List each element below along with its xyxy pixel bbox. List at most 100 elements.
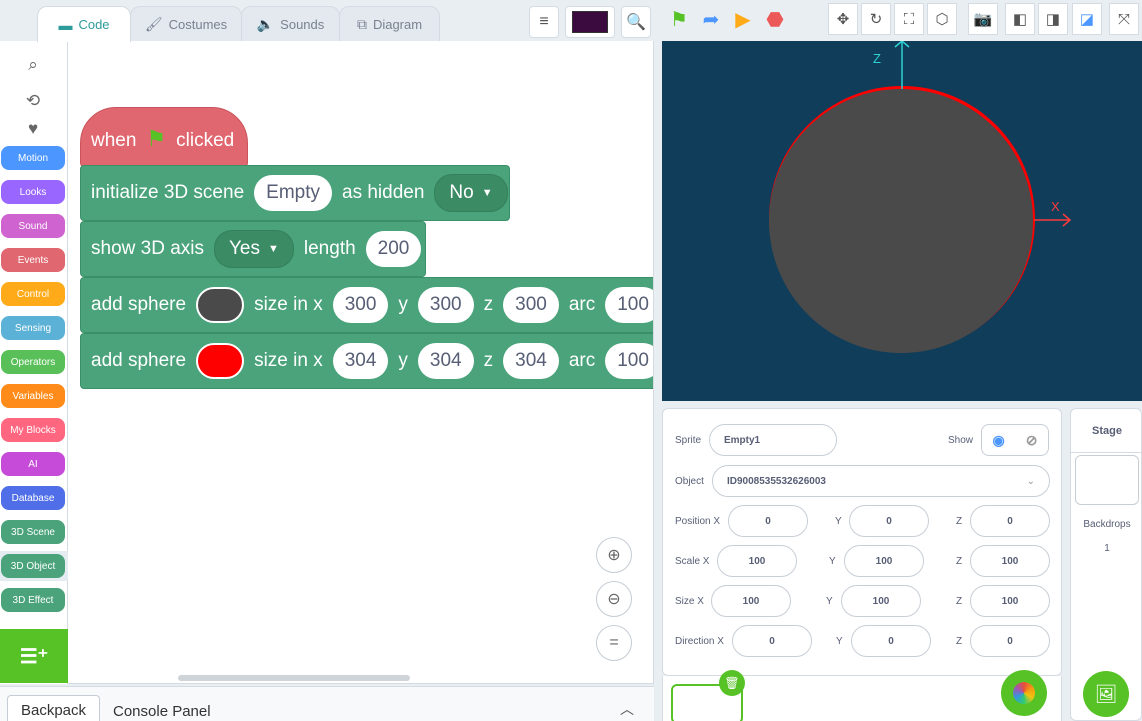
fit-view-button[interactable]: ⛶	[894, 3, 924, 35]
size-z-input[interactable]: 100	[970, 585, 1050, 617]
tab-costumes[interactable]: 🖌 Costumes	[130, 6, 242, 41]
category-sensing[interactable]: Sensing	[1, 316, 65, 340]
axis-length-input[interactable]: 200	[365, 231, 422, 267]
category-looks[interactable]: Looks	[1, 180, 65, 204]
zoom-out-button[interactable]: ⊖	[596, 581, 632, 617]
delete-sprite-button[interactable]: 🗑	[719, 670, 745, 696]
arc-input[interactable]: 100	[605, 287, 653, 323]
direction-y-input[interactable]: 0	[851, 625, 931, 657]
category-my-blocks[interactable]: My Blocks	[1, 418, 65, 442]
category-database[interactable]: Database	[1, 486, 65, 510]
fullscreen-button[interactable]: ⤧	[1109, 3, 1139, 35]
move-tool-button[interactable]: ✥	[828, 3, 858, 35]
large-stage-button[interactable]: ◪	[1072, 3, 1102, 35]
initialize-3d-scene-block[interactable]: initialize 3D scene Empty as hidden No ▼	[80, 165, 510, 221]
green-flag-icon: ⚑	[146, 126, 167, 151]
stop-button[interactable]: ⬣	[760, 4, 790, 34]
backdrops-label: Backdrops	[1083, 519, 1131, 530]
add-extension-button[interactable]: ☰⁺	[0, 629, 68, 683]
arrow-forward-icon: ➦	[702, 8, 720, 31]
tab-sounds[interactable]: 🔈 Sounds	[241, 6, 340, 41]
when-flag-clicked-block[interactable]: when ⚑ clicked	[80, 107, 248, 167]
category-3d-scene[interactable]: 3D Scene	[1, 520, 65, 544]
category-variables[interactable]: Variables	[1, 384, 65, 408]
scale-x-input[interactable]: 100	[717, 545, 797, 577]
small-stage-button[interactable]: ◧	[1005, 3, 1035, 35]
search-button[interactable]: 🔍	[621, 6, 651, 38]
heart-icon[interactable]: ♥	[0, 119, 66, 139]
backpack-tab[interactable]: Backpack	[7, 695, 100, 721]
direction-z-input[interactable]: 0	[970, 625, 1050, 657]
category-sound[interactable]: Sound	[1, 214, 65, 238]
sprite-list: 🗑	[662, 670, 1062, 721]
category-3d-effect[interactable]: 3D Effect	[1, 588, 65, 612]
object-select[interactable]: ID9008535532626003 ⌄	[712, 465, 1050, 497]
category-events[interactable]: Events	[1, 248, 65, 272]
size-z-input[interactable]: 300	[503, 287, 559, 323]
sprite-name-input[interactable]: Empty1	[709, 424, 837, 456]
size-x-input[interactable]: 304	[332, 343, 389, 379]
eye-icon[interactable]: ◉	[993, 432, 1005, 449]
size-y-input[interactable]: 100	[841, 585, 921, 617]
sphere-color-input[interactable]	[196, 287, 245, 323]
category-operators[interactable]: Operators	[1, 350, 65, 374]
color-picker-button[interactable]	[565, 6, 615, 38]
size-y-input[interactable]: 304	[417, 343, 474, 379]
size-x-input[interactable]: 100	[711, 585, 791, 617]
chevron-up-icon[interactable]: ︿	[620, 699, 634, 719]
axis-visibility-dropdown[interactable]: Yes ▼	[214, 230, 294, 268]
object-label: Object	[675, 476, 704, 487]
category-3d-object[interactable]: 3D Object	[1, 554, 65, 578]
zoom-reset-button[interactable]: =	[596, 625, 632, 661]
tab-diagram[interactable]: ⧉ Diagram	[339, 6, 440, 41]
block-label: length	[303, 238, 356, 259]
console-panel-tab[interactable]: Console Panel	[113, 703, 211, 720]
backdrop-thumbnail[interactable]	[1075, 455, 1139, 505]
zoom-in-button[interactable]: ⊕	[596, 537, 632, 573]
stop-icon: ⬣	[766, 8, 784, 31]
add-sphere-block[interactable]: add sphere size in x 304 y 304 z 304 arc…	[80, 333, 653, 389]
add-sprite-button[interactable]	[1001, 670, 1047, 716]
turbo-mode-button[interactable]: ➦	[696, 4, 726, 34]
size-x-input[interactable]: 300	[332, 287, 389, 323]
arc-input[interactable]: 100	[605, 343, 653, 379]
category-motion[interactable]: Motion	[1, 146, 65, 170]
category-ai[interactable]: AI	[1, 452, 65, 476]
scale-y-input[interactable]: 100	[844, 545, 924, 577]
add-sphere-block[interactable]: add sphere size in x 300 y 300 z 300 arc…	[80, 277, 653, 333]
direction-z-label: Z	[956, 636, 963, 647]
add-backdrop-button[interactable]: 🖼	[1083, 671, 1129, 717]
3d-stage-canvas[interactable]: Z X	[662, 41, 1142, 401]
size-y-label: Y	[826, 596, 833, 607]
tab-code[interactable]: ▬ Code	[37, 6, 131, 42]
sphere-color-input[interactable]	[196, 343, 245, 379]
category-control[interactable]: Control	[1, 282, 65, 306]
search-icon[interactable]: ⌕	[0, 55, 66, 75]
move-icon: ✥	[836, 11, 850, 28]
green-flag-button[interactable]: ⚑	[664, 4, 694, 34]
history-icon[interactable]: ⟲	[0, 91, 66, 111]
normal-stage-button[interactable]: ◨	[1038, 3, 1068, 35]
eye-off-icon[interactable]: ⊘	[1026, 432, 1038, 449]
size-y-input[interactable]: 300	[417, 287, 474, 323]
run-button[interactable]: ▶	[728, 4, 758, 34]
direction-x-input[interactable]: 0	[732, 625, 812, 657]
hidden-dropdown[interactable]: No ▼	[434, 174, 508, 212]
scene-input[interactable]: Empty	[254, 175, 332, 211]
show-3d-axis-block[interactable]: show 3D axis Yes ▼ length 200	[80, 221, 426, 277]
speaker-icon: 🔈	[256, 15, 275, 32]
horizontal-scrollbar[interactable]	[178, 675, 410, 681]
align-button[interactable]: ≡	[529, 6, 559, 38]
rotate-tool-button[interactable]: ↻	[861, 3, 891, 35]
screenshot-button[interactable]: 📷	[968, 3, 998, 35]
position-z-input[interactable]: 0	[970, 505, 1050, 537]
image-add-icon: 🖼	[1094, 683, 1118, 704]
code-workspace[interactable]: when ⚑ clicked initialize 3D scene Empty…	[68, 41, 654, 684]
axis-value: Yes	[229, 238, 260, 259]
position-x-input[interactable]: 0	[728, 505, 808, 537]
scale-z-input[interactable]: 100	[970, 545, 1050, 577]
size-z-input[interactable]: 304	[503, 343, 559, 379]
position-y-input[interactable]: 0	[849, 505, 929, 537]
3d-view-button[interactable]: ⬡	[927, 3, 957, 35]
backdrops-count: 1	[1104, 543, 1110, 554]
